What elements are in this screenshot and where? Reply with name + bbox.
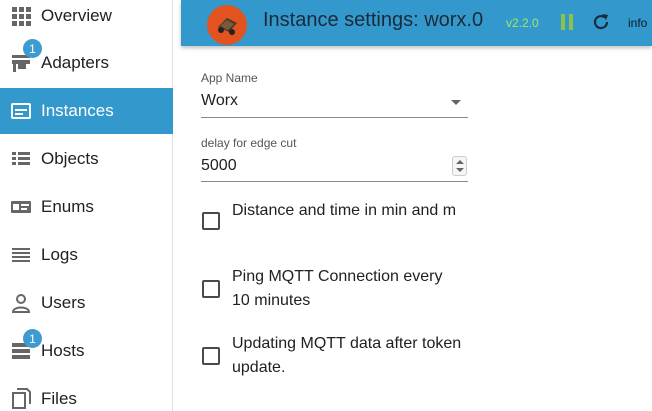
chevron-down-icon[interactable] — [451, 100, 461, 105]
enums-icon — [11, 201, 31, 213]
sidebar-item-users[interactable]: Users — [0, 280, 173, 326]
sidebar-item-label: Logs — [41, 245, 78, 264]
instance-settings-header: Instance settings: worx.0 v2.2.0 info — [181, 0, 652, 46]
app-name-label: App Name — [201, 71, 258, 85]
sidebar-item-label: Hosts — [41, 341, 85, 360]
delay-underline — [201, 181, 468, 182]
sidebar-item-objects[interactable]: Objects — [0, 136, 173, 182]
sidebar-item-files[interactable]: Files — [0, 376, 173, 411]
page-title: Instance settings: worx.0 — [263, 9, 484, 31]
sidebar-item-instances[interactable]: Instances — [0, 88, 173, 134]
app-name-select[interactable]: Worx — [201, 92, 238, 110]
sidebar-item-label: Overview — [41, 6, 112, 25]
update-mqtt-checkbox[interactable] — [202, 347, 220, 365]
version-label: v2.2.0 — [506, 16, 539, 30]
stepper-up-icon[interactable] — [456, 160, 464, 164]
stepper-down-icon[interactable] — [456, 168, 464, 172]
sidebar-item-label: Files — [41, 389, 77, 408]
reload-icon[interactable] — [591, 12, 611, 32]
sidebar-item-enums[interactable]: Enums — [0, 184, 173, 230]
sidebar: Overview Adapters 1 Instances Objects En… — [0, 0, 173, 411]
adapters-badge: 1 — [23, 39, 42, 58]
ping-mqtt-label: Ping MQTT Connection every 10 minutes — [232, 268, 443, 309]
mower-icon — [218, 18, 237, 35]
sidebar-item-overview[interactable]: Overview — [0, 0, 173, 39]
user-icon — [11, 294, 31, 313]
sidebar-item-label: Instances — [41, 101, 114, 120]
delay-input[interactable]: 5000 — [201, 157, 237, 175]
delay-label: delay for edge cut — [201, 136, 297, 150]
info-link[interactable]: info — [628, 16, 647, 30]
files-icon — [12, 388, 31, 409]
sidebar-item-label: Enums — [41, 197, 94, 216]
worx-logo — [207, 5, 247, 45]
distance-time-label: Distance and time in min and m — [232, 202, 457, 219]
logs-icon — [12, 248, 30, 262]
sidebar-item-label: Objects — [41, 149, 99, 168]
sidebar-item-label: Users — [41, 293, 86, 312]
sidebar-item-logs[interactable]: Logs — [0, 232, 173, 278]
pause-icon[interactable] — [560, 13, 574, 31]
ping-mqtt-checkbox[interactable] — [202, 280, 220, 298]
distance-time-checkbox[interactable] — [202, 212, 220, 230]
instances-icon — [11, 103, 31, 119]
grid-icon — [12, 7, 31, 26]
number-stepper[interactable] — [452, 156, 467, 176]
list-icon — [12, 152, 30, 165]
sidebar-item-label: Adapters — [41, 53, 110, 72]
hosts-badge: 1 — [23, 329, 42, 348]
app-name-underline — [201, 117, 468, 118]
update-mqtt-label: Updating MQTT data after token update. — [232, 335, 462, 376]
